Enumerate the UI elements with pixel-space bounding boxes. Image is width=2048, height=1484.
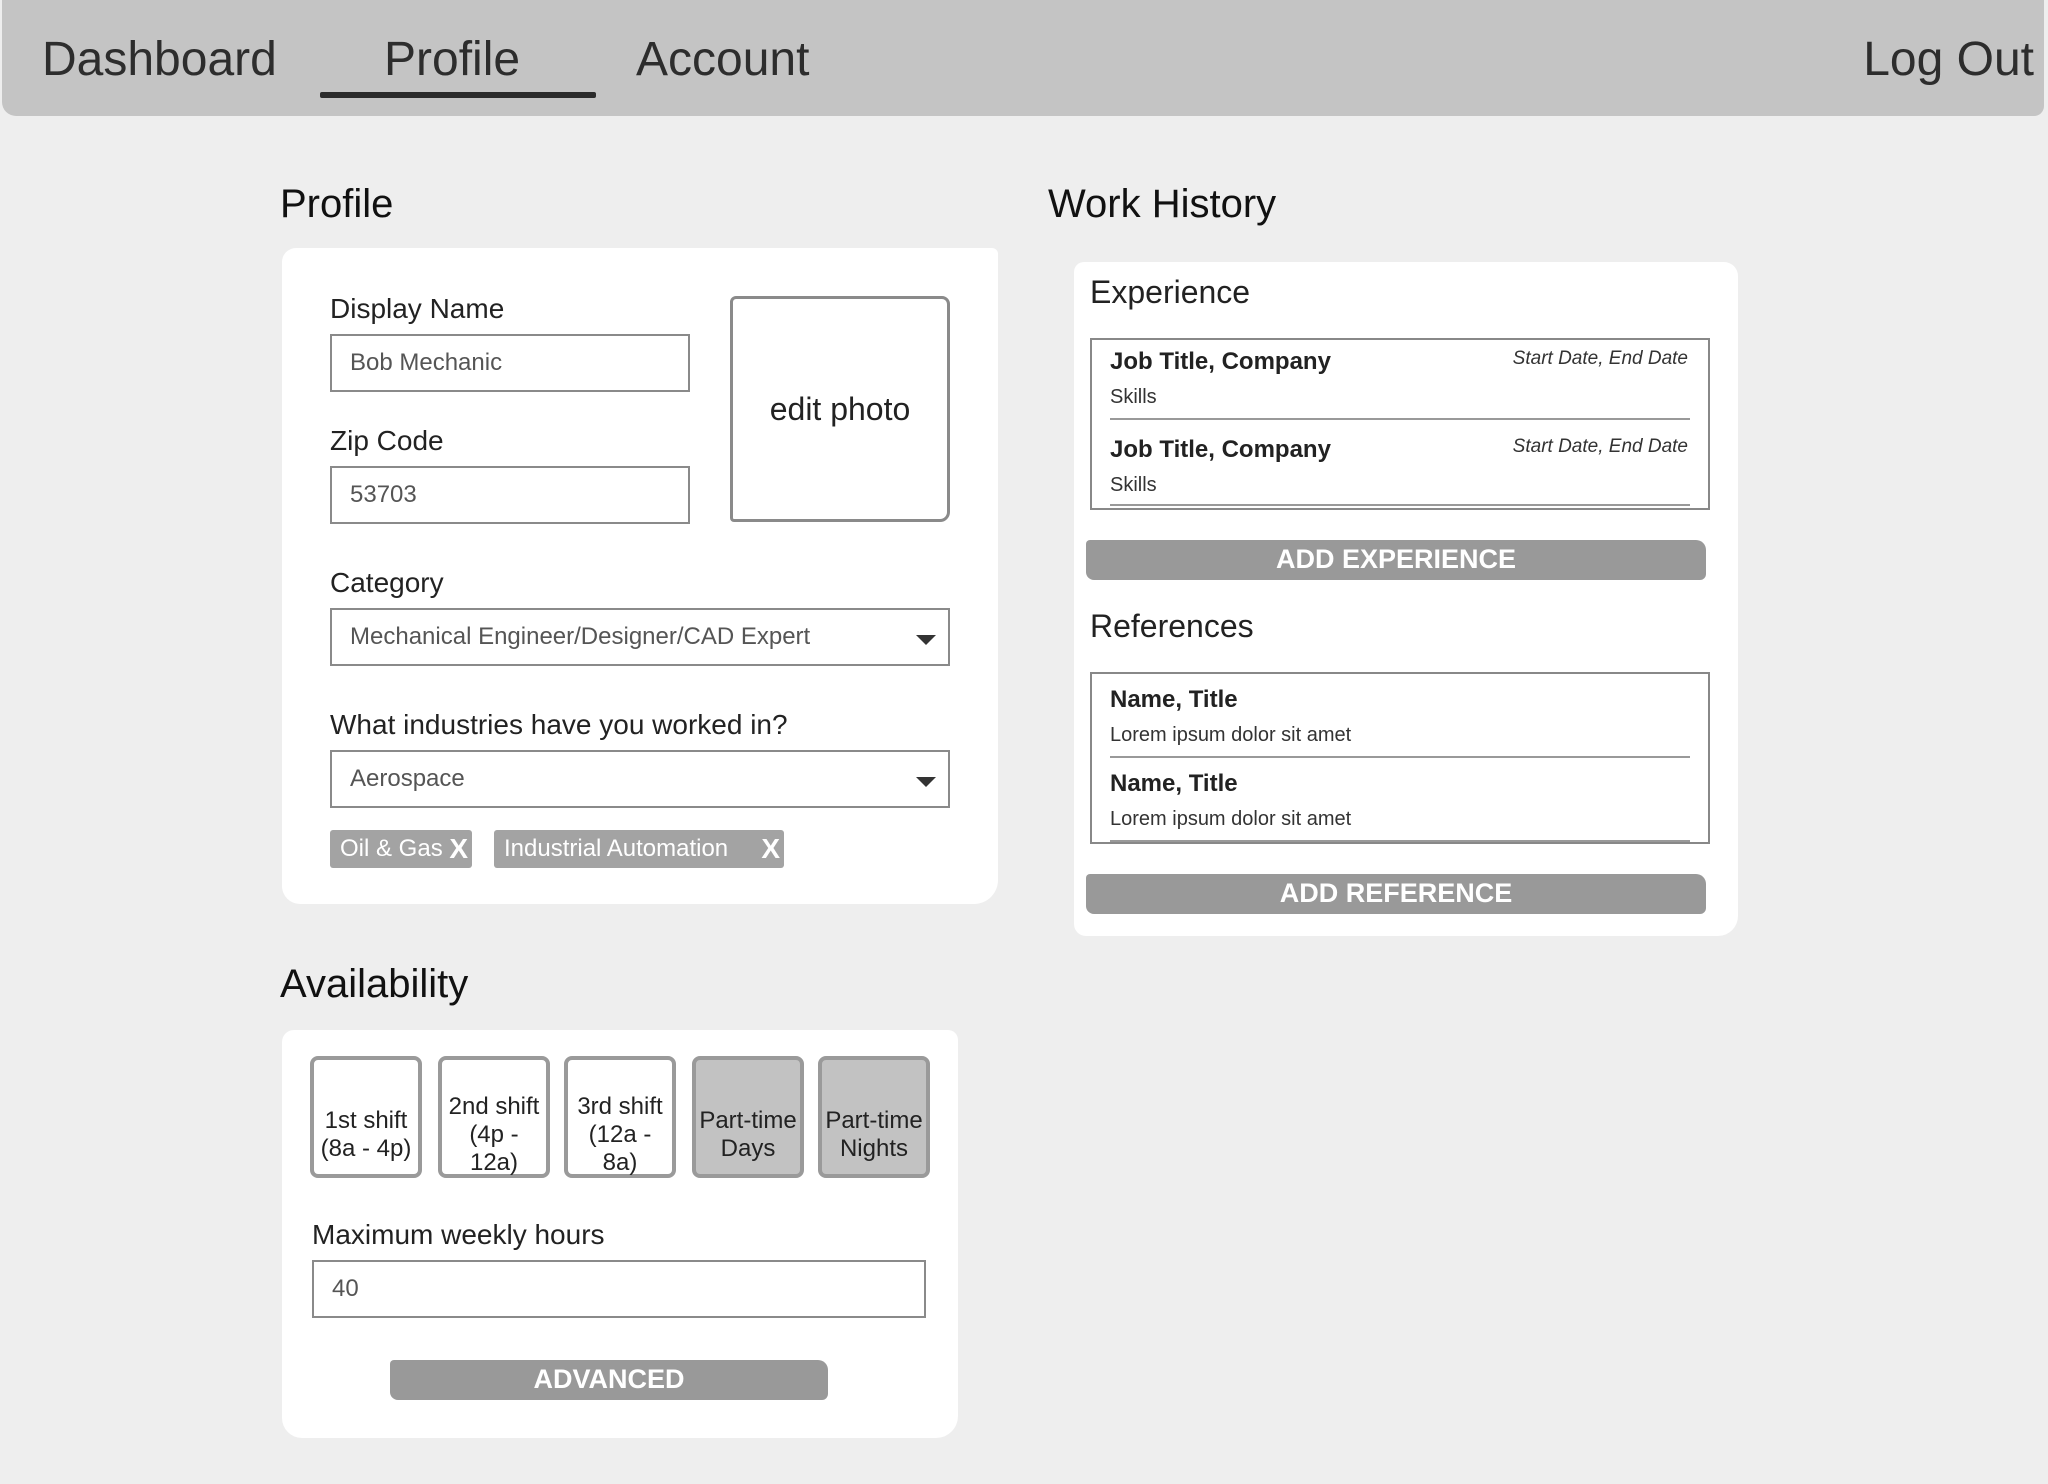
chevron-down-icon — [916, 635, 936, 645]
remove-tag-icon[interactable]: X — [761, 830, 780, 868]
industry-tag-oil-gas: Oil & Gas X — [330, 830, 472, 868]
shift-line2: (4p - 12a) — [469, 1121, 519, 1176]
nav-tab-profile[interactable]: Profile — [384, 30, 520, 90]
active-tab-indicator — [320, 92, 596, 98]
shift-option-2nd[interactable]: 2nd shift (4p - 12a) — [438, 1056, 550, 1178]
shift-line2: Days — [720, 1135, 776, 1162]
experience-divider — [1110, 504, 1690, 506]
zip-code-label: Zip Code — [330, 425, 444, 456]
shift-line2: (12a - 8a) — [588, 1121, 652, 1176]
reference-divider — [1110, 756, 1690, 758]
shift-line1: Part-time — [825, 1107, 923, 1134]
display-name-label: Display Name — [330, 293, 505, 324]
max-hours-input[interactable]: 40 — [312, 1260, 926, 1318]
logout-link[interactable]: Log Out — [1863, 30, 2034, 90]
add-reference-button[interactable]: ADD REFERENCE — [1086, 874, 1706, 914]
shift-line1: 1st shift — [324, 1107, 408, 1134]
shift-line1: 3rd shift — [577, 1093, 663, 1120]
references-title: References — [1090, 608, 1254, 644]
experience-item-skills: Skills — [1110, 386, 1157, 408]
shift-line1: Part-time — [699, 1107, 797, 1134]
industries-select[interactable]: Aerospace — [330, 750, 950, 808]
advanced-button[interactable]: ADVANCED — [390, 1360, 828, 1400]
chevron-down-icon — [916, 777, 936, 787]
add-experience-button[interactable]: ADD EXPERIENCE — [1086, 540, 1706, 580]
display-name-input[interactable]: Bob Mechanic — [330, 334, 690, 392]
shift-option-part-time-days[interactable]: Part-time Days — [692, 1056, 804, 1178]
shift-option-part-time-nights[interactable]: Part-time Nights — [818, 1056, 930, 1178]
shift-option-1st[interactable]: 1st shift (8a - 4p) — [310, 1056, 422, 1178]
experience-divider — [1110, 418, 1690, 420]
tag-label: Oil & Gas — [340, 835, 443, 862]
category-selected-value: Mechanical Engineer/Designer/CAD Expert — [350, 623, 811, 650]
industry-tag-industrial-automation: Industrial Automation X — [494, 830, 784, 868]
industries-label: What industries have you worked in? — [330, 709, 788, 740]
max-hours-label: Maximum weekly hours — [312, 1219, 605, 1250]
work-history-section-title: Work History — [1048, 182, 1277, 226]
reference-item-title[interactable]: Name, Title — [1110, 686, 1238, 714]
shift-line2: Nights — [839, 1135, 908, 1162]
remove-tag-icon[interactable]: X — [449, 830, 468, 868]
experience-item-dates: Start Date, End Date — [1512, 348, 1688, 369]
experience-item-dates: Start Date, End Date — [1512, 436, 1688, 457]
experience-item-title[interactable]: Job Title, Company — [1110, 436, 1331, 464]
availability-section-title: Availability — [280, 962, 469, 1006]
shift-line2: (8a - 4p) — [320, 1135, 412, 1162]
category-label: Category — [330, 567, 444, 598]
edit-photo-button[interactable]: edit photo — [730, 296, 950, 522]
reference-item-text: Lorem ipsum dolor sit amet — [1110, 808, 1352, 830]
top-nav-bar — [2, 0, 2044, 116]
experience-title: Experience — [1090, 274, 1251, 310]
experience-item-skills: Skills — [1110, 474, 1157, 496]
nav-tab-dashboard[interactable]: Dashboard — [42, 30, 277, 90]
profile-section-title: Profile — [280, 182, 394, 226]
reference-item-text: Lorem ipsum dolor sit amet — [1110, 724, 1352, 746]
reference-divider — [1110, 840, 1690, 842]
shift-line1: 2nd shift — [448, 1093, 540, 1120]
zip-code-input[interactable]: 53703 — [330, 466, 690, 524]
experience-item-title[interactable]: Job Title, Company — [1110, 348, 1331, 376]
reference-item-title[interactable]: Name, Title — [1110, 770, 1238, 798]
industries-selected-value: Aerospace — [350, 765, 465, 792]
edit-photo-label: edit photo — [769, 390, 911, 427]
tag-label: Industrial Automation — [504, 835, 729, 862]
shift-option-3rd[interactable]: 3rd shift (12a - 8a) — [564, 1056, 676, 1178]
category-select[interactable]: Mechanical Engineer/Designer/CAD Expert — [330, 608, 950, 666]
nav-tab-account[interactable]: Account — [636, 30, 809, 90]
